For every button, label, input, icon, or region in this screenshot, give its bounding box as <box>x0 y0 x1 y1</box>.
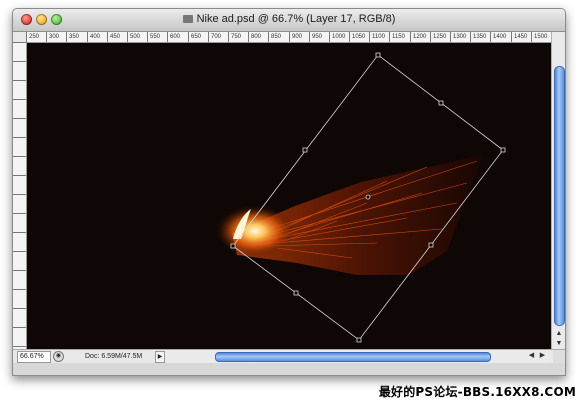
handle-bottom-left[interactable] <box>293 290 299 296</box>
horizontal-scroll-thumb[interactable] <box>215 352 491 362</box>
ruler-tick-label: 550 <box>147 32 160 42</box>
flame <box>215 205 295 257</box>
ruler-tick-label: 1400 <box>490 32 506 42</box>
ruler-tick-mark <box>13 118 26 119</box>
ruler-tick-label: 1500 <box>531 32 547 42</box>
ruler-tick-label: 1450 <box>511 32 527 42</box>
ruler-tick-mark <box>13 346 26 347</box>
triangle-right-icon[interactable]: ▶ <box>155 351 165 363</box>
ruler-tick-mark <box>13 42 26 43</box>
ruler-tick-label: 650 <box>188 32 201 42</box>
watermark-text: 最好的PS论坛-BBS.16XX8.COM <box>378 385 576 399</box>
horizontal-ruler[interactable]: 250 300 350 400 450 500 550 600 650 700 750 800 850 9… <box>26 32 551 43</box>
ruler-tick-label: 1050 <box>349 32 365 42</box>
ruler-tick-mark <box>13 156 26 157</box>
ruler-tick-mark <box>13 80 26 81</box>
scroll-up-arrow-icon[interactable]: ▲ <box>554 329 564 338</box>
status-bar: 66.67% ◉ Doc: 6.59M/47.5M ▶ ◀ ▶ <box>13 349 565 363</box>
scroll-left-arrow-icon[interactable]: ◀ <box>527 351 536 361</box>
ruler-tick-label: 400 <box>87 32 100 42</box>
horizontal-scrollbar[interactable]: ◀ ▶ <box>167 350 551 363</box>
ruler-tick-label: 600 <box>167 32 180 42</box>
handle-bottom-right[interactable] <box>428 242 434 248</box>
ruler-tick-label: 1250 <box>430 32 446 42</box>
ruler-tick-label: 850 <box>268 32 281 42</box>
ruler-tick-mark <box>13 232 26 233</box>
ruler-tick-label: 800 <box>248 32 261 42</box>
ruler-tick-mark <box>13 308 26 309</box>
vertical-scroll-thumb[interactable] <box>554 66 565 326</box>
ruler-tick-label: 350 <box>66 32 79 42</box>
scroll-down-arrow-icon[interactable]: ▼ <box>554 339 564 348</box>
ruler-tick-mark <box>13 137 26 138</box>
ruler-tick-label: 1350 <box>470 32 486 42</box>
handle-top-right[interactable] <box>438 100 444 106</box>
vertical-scrollbar[interactable]: ▲ ▼ <box>551 32 565 349</box>
ruler-tick-mark <box>13 99 26 100</box>
ruler-tick-mark <box>13 251 26 252</box>
vertical-ruler[interactable] <box>13 42 27 349</box>
handle-left[interactable] <box>230 243 236 249</box>
window-title-text: Nike ad.psd @ 66.7% (Layer 17, RGB/8) <box>196 13 396 25</box>
transform-center-point[interactable] <box>365 194 371 200</box>
ruler-tick-mark <box>13 270 26 271</box>
ruler-tick-mark <box>13 327 26 328</box>
ruler-tick-label: 250 <box>26 32 39 42</box>
ruler-tick-label: 450 <box>107 32 120 42</box>
ruler-tick-mark <box>13 213 26 214</box>
scroll-right-arrow-icon[interactable]: ▶ <box>538 351 547 361</box>
ruler-tick-mark <box>13 289 26 290</box>
canvas-artwork <box>27 43 551 349</box>
document-canvas[interactable] <box>27 43 551 349</box>
document-icon <box>182 15 193 23</box>
ruler-tick-mark <box>13 194 26 195</box>
handle-bottom[interactable] <box>356 337 362 343</box>
ruler-tick-label: 1150 <box>389 32 405 42</box>
ruler-tick-label: 1200 <box>410 32 426 42</box>
ruler-tick-label: 700 <box>208 32 221 42</box>
ruler-tick-mark <box>13 61 26 62</box>
ruler-tick-label: 300 <box>46 32 59 42</box>
handle-right[interactable] <box>500 147 506 153</box>
doc-size-info: Doc: 6.59M/47.5M <box>85 353 143 360</box>
handle-top-left[interactable] <box>302 147 308 153</box>
ruler-tick-label: 1100 <box>369 32 385 42</box>
resize-grip-icon[interactable] <box>553 350 565 363</box>
ruler-tick-label: 900 <box>289 32 302 42</box>
document-window: Nike ad.psd @ 66.7% (Layer 17, RGB/8) 25… <box>12 8 566 376</box>
ruler-tick-label: 750 <box>228 32 241 42</box>
handle-top[interactable] <box>375 52 381 58</box>
ruler-tick-label: 1300 <box>450 32 466 42</box>
ruler-tick-label: 950 <box>309 32 322 42</box>
ruler-tick-mark <box>13 175 26 176</box>
ruler-tick-label: 1000 <box>329 32 345 42</box>
window-title: Nike ad.psd @ 66.7% (Layer 17, RGB/8) <box>13 13 565 25</box>
navigator-icon[interactable]: ◉ <box>53 351 64 362</box>
title-bar[interactable]: Nike ad.psd @ 66.7% (Layer 17, RGB/8) <box>13 9 565 32</box>
ruler-tick-label: 500 <box>127 32 140 42</box>
zoom-field[interactable]: 66.67% <box>17 351 51 363</box>
